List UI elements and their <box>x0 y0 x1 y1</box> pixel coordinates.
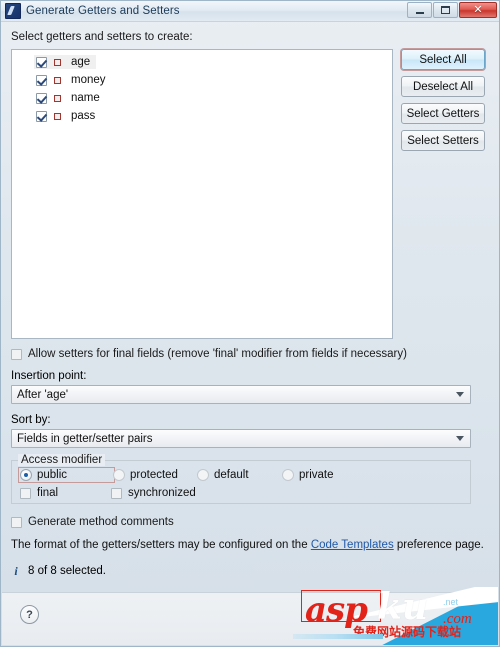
dialog-content: Select getters and setters to create: ag… <box>1 22 499 594</box>
minimize-icon <box>408 3 431 17</box>
chevron-down-icon <box>456 392 464 397</box>
list-item-content: name <box>34 91 106 105</box>
sort-by-label: Sort by: <box>11 414 51 426</box>
list-item-label: money <box>71 74 106 86</box>
status-bar: i 8 of 8 selected. <box>11 563 489 578</box>
checkbox-icon[interactable] <box>11 348 22 360</box>
insertion-point-label: Insertion point: <box>11 370 87 382</box>
allow-setters-checkbox-row[interactable]: Allow setters for final fields (remove '… <box>11 348 489 360</box>
title-bar: Generate Getters and Setters ✕ <box>1 1 499 22</box>
checkbox-icon[interactable] <box>20 487 31 499</box>
close-icon: ✕ <box>473 3 483 16</box>
radio-protected-label: protected <box>130 469 178 481</box>
list-item-label: pass <box>71 110 96 122</box>
java-field-icon <box>54 112 61 120</box>
java-field-icon <box>54 94 61 102</box>
select-setters-button[interactable]: Select Setters <box>401 130 485 151</box>
insertion-point-value: After 'age' <box>17 388 69 401</box>
code-templates-link[interactable]: Code Templates <box>311 539 394 551</box>
select-all-button[interactable]: Select All <box>401 49 485 70</box>
allow-setters-label: Allow setters for final fields (remove '… <box>28 348 407 360</box>
chevron-down-icon <box>456 436 464 441</box>
radio-default[interactable]: default <box>197 469 282 481</box>
window-buttons: ✕ <box>407 2 497 18</box>
status-text: 8 of 8 selected. <box>28 565 106 577</box>
fields-listbox[interactable]: age money name pass <box>11 49 393 339</box>
watermark-ku-text: ku <box>377 587 429 628</box>
sort-by-dropdown[interactable]: Fields in getter/setter pairs <box>11 429 471 448</box>
generate-comments-label: Generate method comments <box>28 516 174 528</box>
radio-private-label: private <box>299 469 334 481</box>
radio-icon[interactable] <box>282 469 294 481</box>
access-modifier-radios: public protected default private <box>18 467 464 483</box>
maximize-button[interactable] <box>433 2 458 18</box>
list-item[interactable]: pass <box>12 107 392 125</box>
radio-protected[interactable]: protected <box>113 469 197 481</box>
maximize-icon <box>434 3 457 17</box>
radio-public[interactable]: public <box>18 467 115 483</box>
minimize-button[interactable] <box>407 2 432 18</box>
checkbox-final[interactable]: final <box>20 487 111 499</box>
access-modifier-title: Access modifier <box>18 454 106 466</box>
access-modifier-checkboxes: final synchronized <box>20 487 464 499</box>
help-button[interactable]: ? <box>20 605 39 624</box>
watermark-line <box>293 634 383 639</box>
dialog-window: Generate Getters and Setters ✕ Select ge… <box>0 0 500 647</box>
checkbox-icon[interactable] <box>36 74 47 86</box>
java-field-icon <box>54 76 61 84</box>
list-and-buttons-row: age money name pass Select All Deselect … <box>11 49 489 339</box>
radio-default-label: default <box>214 469 249 481</box>
list-item[interactable]: name <box>12 89 392 107</box>
checkbox-icon[interactable] <box>36 56 47 68</box>
radio-icon[interactable] <box>20 469 32 481</box>
checkbox-icon[interactable] <box>36 92 47 104</box>
templates-note-prefix: The format of the getters/setters may be… <box>11 539 311 551</box>
list-item-content: age <box>34 55 97 69</box>
templates-note-suffix: preference page. <box>393 539 484 551</box>
checkbox-icon[interactable] <box>36 110 47 122</box>
watermark-net-text: .net <box>443 597 459 607</box>
watermark: asp ku .net .com 免费网站源码下载站 <box>293 587 498 645</box>
insertion-point-dropdown[interactable]: After 'age' <box>11 385 471 404</box>
access-modifier-group: Access modifier public protected default… <box>11 454 471 504</box>
list-item[interactable]: money <box>12 71 392 89</box>
eclipse-java-icon <box>5 3 21 19</box>
list-item-content: pass <box>34 109 101 123</box>
java-field-icon <box>54 58 61 66</box>
selection-buttons: Select All Deselect All Select Getters S… <box>401 49 485 339</box>
window-title: Generate Getters and Setters <box>26 5 180 17</box>
list-item-label: age <box>71 56 91 68</box>
checkbox-synchronized[interactable]: synchronized <box>111 487 196 499</box>
checkbox-synchronized-label: synchronized <box>128 487 196 499</box>
dialog-footer: ? asp ku .net .com 免费网站源码下载站 <box>2 587 498 645</box>
close-button[interactable]: ✕ <box>459 2 497 18</box>
info-icon: i <box>14 563 18 578</box>
radio-icon[interactable] <box>113 469 125 481</box>
list-item[interactable]: age <box>12 53 392 71</box>
sort-by-value: Fields in getter/setter pairs <box>17 432 153 445</box>
list-item-label: name <box>71 92 100 104</box>
deselect-all-button[interactable]: Deselect All <box>401 76 485 97</box>
generate-comments-checkbox-row[interactable]: Generate method comments <box>11 516 489 528</box>
checkbox-icon[interactable] <box>111 487 122 499</box>
radio-icon[interactable] <box>197 469 209 481</box>
radio-public-label: public <box>37 469 68 481</box>
radio-private[interactable]: private <box>282 469 334 481</box>
templates-note: The format of the getters/setters may be… <box>11 539 489 551</box>
select-getters-button[interactable]: Select Getters <box>401 103 485 124</box>
list-item-content: money <box>34 73 112 87</box>
checkbox-final-label: final <box>37 487 59 499</box>
checkbox-icon[interactable] <box>11 516 22 528</box>
watermark-asp-text: asp <box>305 590 368 630</box>
list-label: Select getters and setters to create: <box>11 31 193 43</box>
